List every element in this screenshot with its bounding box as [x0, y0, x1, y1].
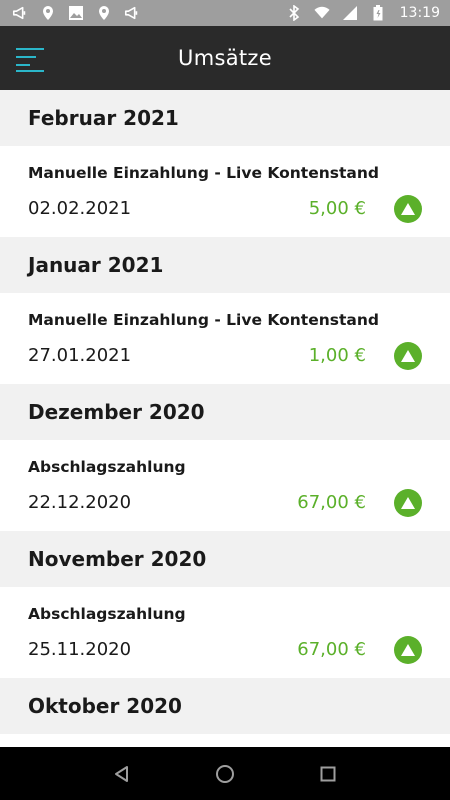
- location-pin-icon: [40, 5, 56, 21]
- megaphone-icon: [124, 5, 140, 21]
- arrow-up-icon: [394, 636, 422, 664]
- month-header: November 2020: [0, 531, 450, 587]
- month-header: Februar 2021: [0, 90, 450, 146]
- transaction-amount: 67,00 €: [297, 639, 366, 660]
- transaction-amount: 5,00 €: [308, 198, 366, 219]
- home-icon: [215, 764, 234, 783]
- transaction-date: 25.11.2020: [28, 639, 132, 660]
- menu-button[interactable]: [16, 46, 46, 72]
- arrow-up-icon: [394, 489, 422, 517]
- transaction-amount: 67,00 €: [297, 492, 366, 513]
- month-header: Januar 2021: [0, 237, 450, 293]
- app-bar: Umsätze: [0, 26, 450, 90]
- menu-icon: [16, 48, 44, 72]
- back-icon: [114, 765, 128, 782]
- transaction-title: Abschlagszahlung: [28, 605, 186, 623]
- transactions-list[interactable]: Februar 2021 Manuelle Einzahlung - Live …: [0, 90, 450, 747]
- signal-icon: [342, 5, 358, 21]
- page-title: Umsätze: [178, 46, 272, 70]
- transaction-item[interactable]: Manuelle Einzahlung - Live Kontenstand 0…: [0, 146, 450, 237]
- status-bar: 13:19: [0, 0, 450, 26]
- megaphone-icon: [12, 5, 28, 21]
- bluetooth-icon: [286, 5, 302, 21]
- transaction-title: Abschlagszahlung: [28, 458, 186, 476]
- transaction-item[interactable]: Abschlagszahlung 22.12.2020 67,00 €: [0, 440, 450, 531]
- month-header: Oktober 2020: [0, 678, 450, 734]
- status-bar-notifications: [12, 5, 140, 21]
- system-navigation-bar: [0, 747, 450, 800]
- status-bar-time: 13:19: [399, 5, 440, 21]
- back-button[interactable]: [107, 759, 137, 789]
- month-header: Dezember 2020: [0, 384, 450, 440]
- recents-icon: [320, 766, 336, 781]
- status-bar-system: 13:19: [286, 5, 440, 21]
- home-button[interactable]: [210, 759, 240, 789]
- transaction-title: Manuelle Einzahlung - Live Kontenstand: [28, 164, 379, 182]
- transaction-date: 27.01.2021: [28, 345, 132, 366]
- image-icon: [68, 5, 84, 21]
- transaction-item[interactable]: Manuelle Einzahlung - Live Kontenstand 2…: [0, 293, 450, 384]
- battery-icon: [370, 5, 386, 21]
- transaction-item[interactable]: Abschlagszahlung 25.11.2020 67,00 €: [0, 587, 450, 678]
- location-pin-icon: [96, 5, 112, 21]
- transaction-date: 02.02.2021: [28, 198, 132, 219]
- wifi-icon: [314, 5, 330, 21]
- arrow-up-icon: [394, 195, 422, 223]
- recents-button[interactable]: [313, 759, 343, 789]
- transaction-title: Manuelle Einzahlung - Live Kontenstand: [28, 311, 379, 329]
- transaction-amount: 1,00 €: [308, 345, 366, 366]
- transaction-date: 22.12.2020: [28, 492, 132, 513]
- arrow-up-icon: [394, 342, 422, 370]
